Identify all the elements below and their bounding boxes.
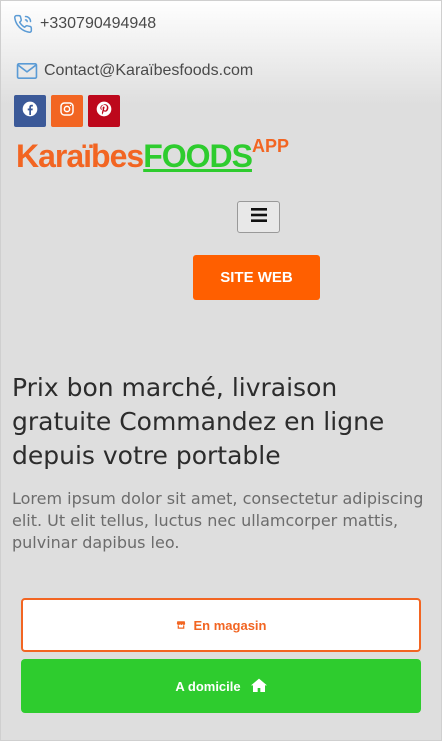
hero-lead-text: Lorem ipsum dolor sit amet, consectetur …: [12, 489, 424, 552]
home-delivery-button[interactable]: A domicile: [21, 659, 421, 713]
logo-text-app: APP: [251, 136, 289, 156]
hero-headline: Prix bon marché, livraison gratuite Comm…: [12, 373, 385, 470]
instagram-link[interactable]: [51, 95, 83, 127]
hamburger-icon: [250, 207, 267, 227]
facebook-icon: [22, 101, 38, 122]
envelope-icon: [16, 60, 38, 82]
brand-logo[interactable]: KaraïbesFOODSAPP: [16, 136, 289, 175]
logo-text-karaibes: Karaïbes: [16, 138, 144, 174]
email-contact[interactable]: Contact@Karaïbesfoods.com: [16, 60, 253, 82]
home-icon: [250, 678, 267, 695]
store-icon: [176, 618, 186, 633]
home-delivery-label: A domicile: [175, 678, 241, 694]
site-web-button[interactable]: SITE WEB: [193, 255, 320, 300]
logo-text-foods: FOODS: [143, 138, 253, 174]
social-links: [14, 95, 120, 127]
phone-icon: [12, 13, 34, 35]
email-address: Contact@Karaïbesfoods.com: [44, 62, 254, 79]
phone-number: +330790494948: [40, 15, 157, 32]
facebook-link[interactable]: [14, 95, 46, 127]
menu-toggle-button[interactable]: [237, 201, 280, 233]
pinterest-link[interactable]: [88, 95, 120, 127]
pinterest-icon: [96, 101, 112, 122]
phone-contact[interactable]: +330790494948: [12, 13, 156, 35]
in-store-button[interactable]: En magasin: [21, 598, 421, 652]
instagram-icon: [59, 101, 75, 122]
in-store-label: En magasin: [193, 617, 267, 633]
